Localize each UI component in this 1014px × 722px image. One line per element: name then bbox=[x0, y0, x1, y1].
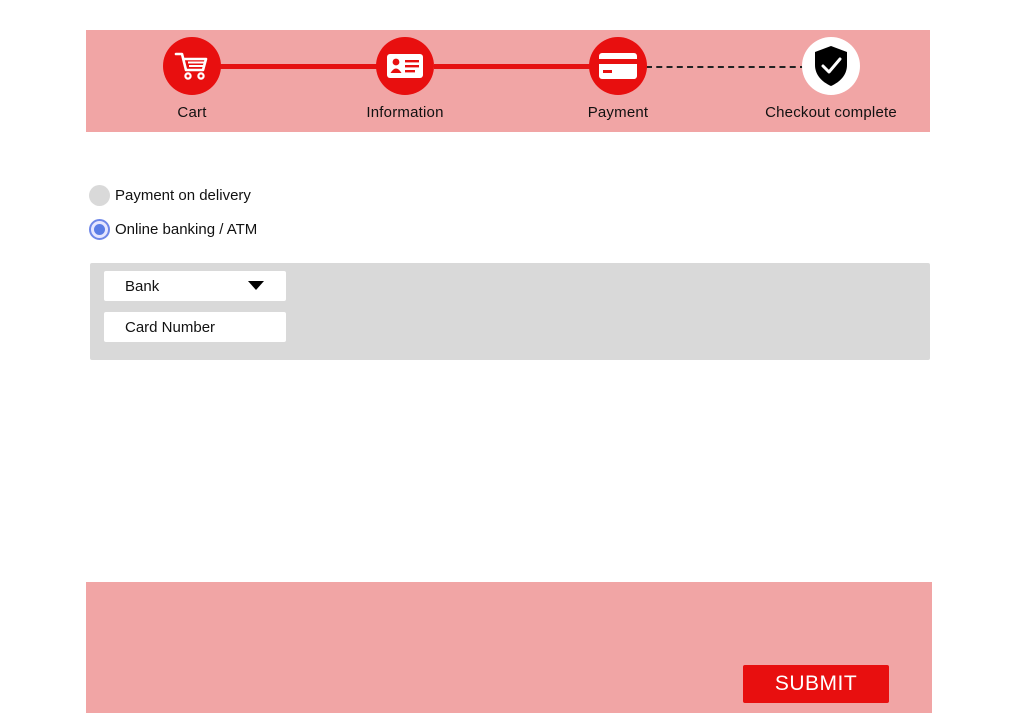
bank-select[interactable]: Bank bbox=[104, 271, 286, 301]
shield-check-icon bbox=[802, 37, 860, 95]
card-number-input[interactable]: Card Number bbox=[104, 312, 286, 342]
step-label: Payment bbox=[587, 104, 649, 121]
bank-details-panel: Bank Card Number bbox=[90, 263, 930, 360]
step-cart[interactable]: Cart bbox=[92, 30, 292, 121]
checkout-stepper: Cart Information Payment Checkout comple… bbox=[86, 30, 930, 132]
footer-bar: SUBMIT bbox=[86, 582, 932, 713]
payment-option-on-delivery[interactable]: Payment on delivery bbox=[89, 185, 251, 206]
radio-label: Payment on delivery bbox=[115, 187, 251, 204]
submit-button[interactable]: SUBMIT bbox=[743, 665, 889, 703]
radio-button[interactable] bbox=[89, 185, 110, 206]
card-number-placeholder: Card Number bbox=[125, 318, 216, 336]
step-payment[interactable]: Payment bbox=[518, 30, 718, 121]
payment-option-online-banking[interactable]: Online banking / ATM bbox=[89, 219, 257, 240]
bank-select-value: Bank bbox=[125, 277, 160, 295]
step-checkout-complete[interactable]: Checkout complete bbox=[731, 30, 931, 121]
dropdown-arrow-icon[interactable] bbox=[248, 281, 264, 290]
radio-dot bbox=[94, 224, 105, 235]
step-label: Information bbox=[366, 104, 444, 121]
id-card-icon bbox=[376, 37, 434, 95]
radio-label: Online banking / ATM bbox=[115, 221, 258, 238]
step-label: Cart bbox=[177, 104, 207, 121]
step-label: Checkout complete bbox=[765, 104, 897, 121]
step-information[interactable]: Information bbox=[305, 30, 505, 121]
credit-card-icon bbox=[589, 37, 647, 95]
cart-icon bbox=[163, 37, 221, 95]
radio-button-selected[interactable] bbox=[89, 219, 110, 240]
